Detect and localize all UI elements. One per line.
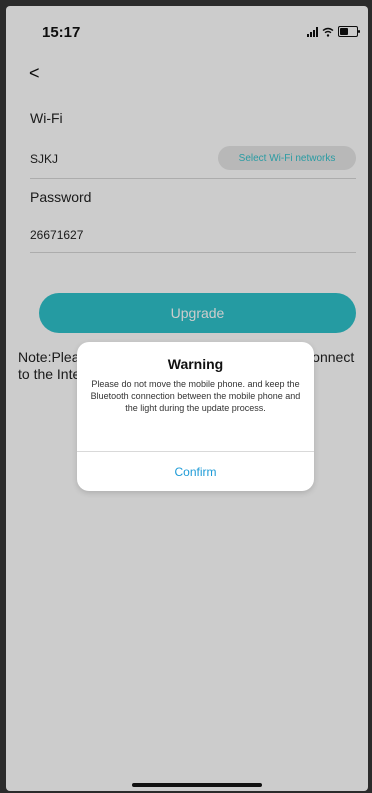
warning-dialog: Warning Please do not move the mobile ph… (77, 342, 314, 491)
phone-screen: 15:17 < Wi-Fi SJKJ Select Wi-Fi networks… (6, 6, 368, 791)
dialog-title: Warning (167, 356, 224, 372)
confirm-button[interactable]: Confirm (77, 452, 314, 491)
home-indicator[interactable] (132, 783, 262, 787)
dialog-message: Please do not move the mobile phone. and… (90, 379, 301, 413)
